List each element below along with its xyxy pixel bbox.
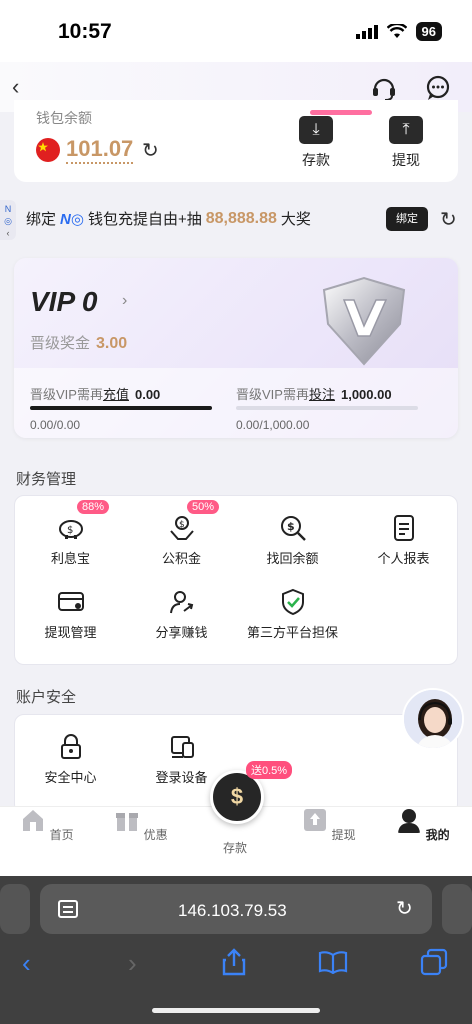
vip-badge-icon bbox=[322, 276, 406, 366]
bind-prize: 88,888.88 bbox=[205, 209, 277, 227]
signal-icon bbox=[355, 24, 378, 39]
deposit-bonus-badge: 送0.5% bbox=[246, 761, 293, 779]
svg-text:$: $ bbox=[67, 525, 73, 536]
side-tab[interactable]: N ◎ ‹ bbox=[0, 200, 16, 240]
deposit-label: 存款 bbox=[302, 152, 330, 168]
finance-item-guarantee[interactable]: 第三方平台担保 bbox=[237, 588, 348, 641]
tab-home[interactable]: 首页 bbox=[0, 807, 94, 843]
withdraw-icon bbox=[304, 809, 327, 831]
finance-item-fund[interactable]: $ 公积金 bbox=[126, 514, 237, 567]
deposit-button[interactable]: ⤓ 存款 bbox=[286, 116, 346, 170]
wifi-icon bbox=[386, 24, 407, 38]
chat-bubble-icon[interactable] bbox=[424, 74, 452, 102]
share-icon[interactable] bbox=[222, 948, 246, 976]
finance-panel: $ 利息宝 $ 公积金 $ 找回余额 个人报表 88% 50% 提现管理 分享赚… bbox=[14, 495, 458, 665]
security-title: 账户安全 bbox=[16, 689, 77, 706]
lock-icon bbox=[57, 733, 85, 761]
wallet-panel: 钱包余额 101.07 ↻ ⤓ 存款 ⤒ 提现 bbox=[14, 100, 458, 182]
finance-item-withdraw-manage[interactable]: 提现管理 bbox=[15, 588, 126, 641]
share-user-icon bbox=[168, 588, 196, 616]
tab-withdraw[interactable]: 提现 bbox=[282, 807, 376, 843]
status-icons: 96 bbox=[355, 22, 442, 41]
tab-mine[interactable]: 我的 bbox=[376, 807, 470, 843]
shield-check-icon bbox=[279, 588, 307, 616]
hand-coin-icon: $ bbox=[168, 514, 196, 542]
refresh-icon[interactable]: ↻ bbox=[440, 207, 457, 232]
device-icon bbox=[168, 733, 196, 761]
wallet-amount: 101.07 bbox=[66, 136, 134, 164]
url-text: 146.103.79.53 bbox=[178, 901, 287, 920]
chevron-left-icon[interactable]: ‹ bbox=[12, 74, 19, 100]
prev-tab-peek[interactable] bbox=[0, 884, 30, 934]
finance-item-recover[interactable]: $ 找回余额 bbox=[237, 514, 348, 567]
bet-requirement: 晋级VIP需再投注 1,000.00 bbox=[236, 387, 392, 402]
dollar-search-icon: $ bbox=[279, 514, 307, 542]
bet-progress-track bbox=[236, 406, 418, 410]
bind-suffix: 大奖 bbox=[280, 211, 311, 228]
headset-icon[interactable] bbox=[370, 74, 398, 102]
status-time: 10:57 bbox=[58, 20, 112, 43]
china-flag-icon bbox=[36, 138, 60, 162]
finance-item-interest[interactable]: $ 利息宝 bbox=[15, 514, 126, 567]
vip-card[interactable]: VIP 0 › 晋级奖金 3.00 晋级VIP需再充值 0.00 0.00/0.00… bbox=[14, 258, 458, 438]
bookmarks-icon[interactable] bbox=[318, 950, 348, 974]
card-icon bbox=[57, 588, 85, 616]
svg-text:$: $ bbox=[287, 520, 295, 533]
finance-item-share[interactable]: 分享赚钱 bbox=[126, 588, 237, 641]
bind-banner: 绑定 N◎ 钱包充提自由+抽 88,888.88 大奖 bbox=[26, 208, 311, 229]
pink-indicator bbox=[310, 110, 372, 115]
bind-text: 钱包充提自由+抽 bbox=[87, 211, 202, 228]
tabs-icon[interactable] bbox=[420, 948, 448, 976]
upload-tray-icon: ⤒ bbox=[389, 116, 423, 144]
download-tray-icon: ⤓ bbox=[299, 116, 333, 144]
gift-icon bbox=[116, 813, 139, 831]
bind-button[interactable]: 绑定 bbox=[386, 207, 428, 231]
next-tab-peek[interactable] bbox=[442, 884, 472, 934]
finance-title: 财务管理 bbox=[16, 471, 77, 488]
recharge-progress-track bbox=[30, 406, 212, 410]
interest-rate-badge: 88% bbox=[77, 500, 110, 514]
refresh-icon[interactable]: ↻ bbox=[142, 138, 159, 163]
vip-bonus-value: 3.00 bbox=[96, 335, 128, 352]
chevron-right-icon[interactable]: › bbox=[122, 292, 127, 310]
home-icon bbox=[23, 810, 44, 831]
tab-promo[interactable]: 优惠 bbox=[94, 807, 188, 843]
vip-requirements: 晋级VIP需再充值 0.00 0.00/0.00 晋级VIP需再投注 1,000.0… bbox=[14, 368, 458, 438]
withdraw-button[interactable]: ⤒ 提现 bbox=[376, 116, 436, 170]
svg-text:$: $ bbox=[179, 520, 185, 530]
fund-rate-badge: 50% bbox=[187, 500, 220, 514]
home-indicator bbox=[152, 1008, 320, 1013]
withdraw-label: 提现 bbox=[392, 152, 420, 168]
bind-prefix: 绑定 bbox=[26, 211, 57, 228]
security-item-center[interactable]: 安全中心 bbox=[15, 733, 126, 786]
recharge-progress-text: 0.00/0.00 bbox=[30, 418, 81, 432]
piggy-bank-icon: $ bbox=[57, 514, 85, 542]
brand-logo-icon: N◎ bbox=[60, 210, 84, 228]
user-icon bbox=[398, 809, 421, 833]
document-icon bbox=[390, 514, 418, 542]
vip-level: VIP 0 bbox=[30, 286, 98, 317]
browser-back-icon[interactable]: ‹ bbox=[22, 948, 31, 979]
recharge-requirement: 晋级VIP需再充值 0.00 bbox=[30, 387, 161, 402]
vip-bonus: 晋级奖金 3.00 bbox=[30, 335, 128, 352]
browser-forward-icon: › bbox=[128, 948, 137, 978]
wallet-label: 钱包余额 bbox=[36, 110, 92, 126]
reload-icon[interactable]: ↻ bbox=[396, 896, 413, 921]
customer-service-avatar[interactable] bbox=[402, 688, 464, 750]
battery-level: 96 bbox=[415, 22, 442, 41]
finance-item-report[interactable]: 个人报表 bbox=[348, 514, 459, 567]
reader-icon[interactable] bbox=[58, 900, 78, 918]
recharge-progress-fill bbox=[30, 406, 212, 410]
bet-progress-text: 0.00/1,000.00 bbox=[236, 418, 310, 432]
